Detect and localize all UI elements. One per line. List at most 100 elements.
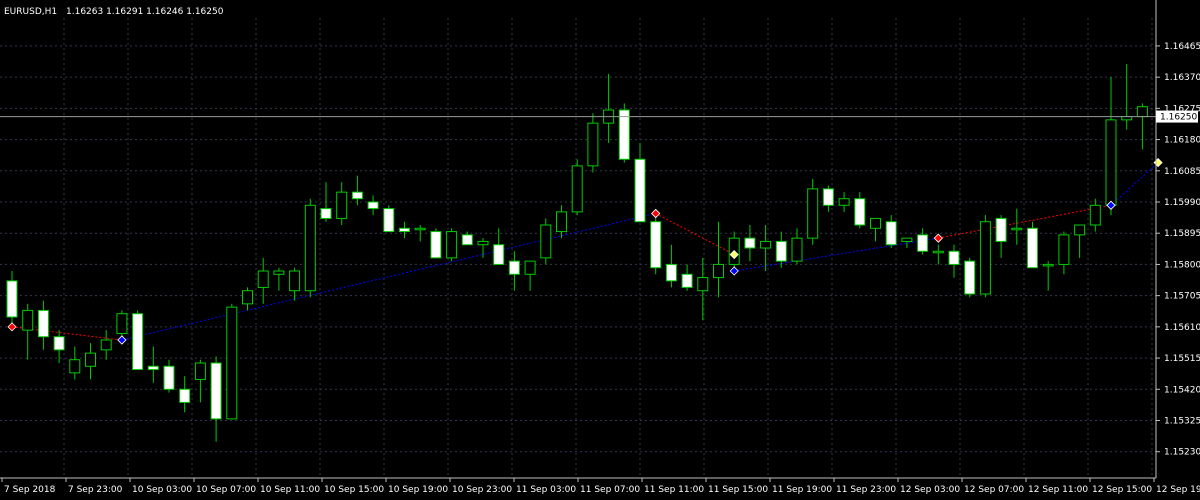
candle-body bbox=[22, 309, 34, 331]
time-tick-label: 10 Sep 23:00 bbox=[452, 485, 512, 495]
candle[interactable] bbox=[979, 215, 991, 298]
candle-body bbox=[744, 237, 756, 249]
time-tick-label: 10 Sep 07:00 bbox=[196, 485, 256, 495]
candle-body bbox=[242, 290, 253, 305]
candle-body bbox=[556, 211, 567, 233]
candle-body bbox=[414, 227, 426, 231]
candle-body bbox=[885, 221, 897, 246]
price-tick-label: 1.15610 bbox=[1164, 323, 1200, 333]
chart-background bbox=[0, 0, 1200, 500]
candle-body bbox=[932, 250, 944, 254]
candle-body bbox=[132, 313, 144, 371]
candle-body bbox=[53, 336, 65, 351]
candle-body bbox=[917, 234, 929, 252]
candle-body bbox=[461, 234, 473, 246]
candle[interactable] bbox=[446, 228, 458, 262]
time-tick-label: 12 Sep 03:00 bbox=[900, 485, 960, 495]
candle-body bbox=[634, 158, 646, 223]
candle[interactable] bbox=[650, 215, 662, 275]
candle[interactable] bbox=[132, 310, 144, 371]
candle-body bbox=[446, 231, 458, 259]
candle-body bbox=[179, 388, 191, 403]
candlestick-chart[interactable]: 1.164651.163701.162751.161801.160851.159… bbox=[0, 0, 1200, 500]
candle-body bbox=[822, 188, 834, 206]
candle-body bbox=[320, 208, 332, 219]
candle-body bbox=[587, 122, 599, 167]
price-tick-label: 1.15230 bbox=[1164, 448, 1200, 458]
candle-body bbox=[163, 365, 175, 390]
time-tick-label: 12 Sep 19 bbox=[1156, 485, 1200, 495]
candle-body bbox=[273, 270, 285, 275]
price-tick-label: 1.15800 bbox=[1164, 260, 1200, 270]
candle-body bbox=[289, 270, 301, 292]
price-tick-label: 1.16180 bbox=[1164, 136, 1200, 146]
time-tick-label: 12 Sep 11:00 bbox=[1028, 485, 1088, 495]
candle-body bbox=[870, 217, 881, 229]
price-tick-label: 1.16370 bbox=[1164, 73, 1200, 83]
time-tick-label: 10 Sep 19:00 bbox=[388, 485, 448, 495]
candle-body bbox=[116, 313, 128, 334]
time-tick-label: 12 Sep 15:00 bbox=[1092, 485, 1152, 495]
candle-body bbox=[351, 191, 363, 200]
candle-body bbox=[540, 224, 552, 259]
candle[interactable] bbox=[618, 103, 630, 163]
time-tick-label: 11 Sep 07:00 bbox=[580, 485, 640, 495]
chart-symbol-label: EURUSD,H1 bbox=[4, 7, 57, 17]
candle-body bbox=[37, 309, 49, 338]
candle-body bbox=[524, 260, 536, 275]
candle-body bbox=[979, 221, 991, 295]
candle-body bbox=[226, 306, 238, 420]
candle-body bbox=[838, 198, 850, 206]
candle-body bbox=[1136, 106, 1148, 118]
price-tick-label: 1.15515 bbox=[1164, 354, 1200, 364]
candle[interactable] bbox=[964, 257, 976, 298]
price-tick-label: 1.15895 bbox=[1164, 229, 1200, 239]
candle-body bbox=[257, 270, 269, 288]
candle[interactable] bbox=[430, 228, 442, 259]
candle-body bbox=[650, 221, 662, 269]
candle[interactable] bbox=[540, 218, 552, 265]
candle-body bbox=[336, 191, 348, 219]
candle-body bbox=[147, 365, 159, 371]
chart-ohlc-label: 1.16263 1.16291 1.16246 1.16250 bbox=[66, 7, 224, 17]
time-tick-label: 11 Sep 19:00 bbox=[772, 485, 832, 495]
candle-body bbox=[571, 165, 583, 213]
candle-body bbox=[791, 237, 803, 262]
candle-body bbox=[508, 260, 520, 275]
price-tick-label: 1.16085 bbox=[1164, 167, 1200, 177]
candle-body bbox=[807, 188, 819, 239]
candle-body bbox=[304, 204, 316, 292]
candle[interactable] bbox=[304, 198, 316, 298]
candle[interactable] bbox=[383, 205, 395, 233]
candle[interactable] bbox=[571, 159, 583, 216]
current-price-value: 1.16250 bbox=[1160, 113, 1197, 123]
time-tick-label: 11 Sep 15:00 bbox=[708, 485, 768, 495]
time-tick-label: 10 Sep 03:00 bbox=[132, 485, 192, 495]
candle-body bbox=[1011, 227, 1023, 231]
candle-body bbox=[618, 109, 630, 160]
candle-body bbox=[1058, 234, 1070, 265]
candle[interactable] bbox=[807, 179, 819, 245]
candle-body bbox=[100, 339, 112, 351]
candle-body bbox=[85, 352, 96, 367]
candle-body bbox=[493, 244, 505, 265]
time-tick-label: 10 Sep 15:00 bbox=[324, 485, 384, 495]
current-price-tag: 1.16250 bbox=[1156, 110, 1198, 123]
price-tick-label: 1.15325 bbox=[1164, 417, 1200, 427]
candle-body bbox=[760, 240, 772, 249]
time-tick-label: 7 Sep 2018 bbox=[4, 485, 56, 495]
candle-body bbox=[1042, 263, 1054, 267]
time-tick-label: 11 Sep 23:00 bbox=[836, 485, 896, 495]
time-tick-label: 11 Sep 03:00 bbox=[516, 485, 576, 495]
candle[interactable] bbox=[1027, 221, 1038, 269]
candle-body bbox=[697, 277, 709, 292]
candle-body bbox=[665, 263, 677, 282]
candle-body bbox=[713, 263, 724, 279]
time-tick-label: 10 Sep 11:00 bbox=[260, 485, 320, 495]
candle-body bbox=[854, 198, 866, 226]
candle[interactable] bbox=[226, 303, 238, 420]
candle-body bbox=[1027, 227, 1038, 269]
candle-body bbox=[1105, 119, 1117, 206]
candle-body bbox=[6, 280, 18, 318]
time-tick-label: 11 Sep 11:00 bbox=[644, 485, 704, 495]
